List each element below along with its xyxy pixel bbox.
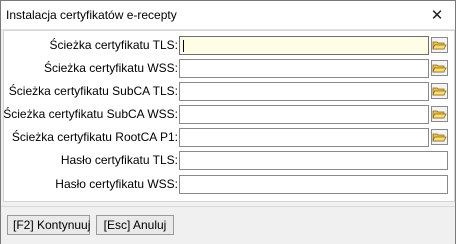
wss-password-input[interactable] — [179, 175, 448, 194]
wss-path-label: Ścieżka certyfikatu WSS: — [43, 61, 178, 75]
rootca-p1-path-label: Ścieżka certyfikatu RootCA P1: — [11, 130, 178, 144]
certificate-install-dialog: Instalacja certyfikatów e-recepty ✕ Ście… — [0, 0, 456, 244]
field-row-rootca-p1-path: Ścieżka certyfikatu RootCA P1: — [4, 128, 454, 147]
dialog-footer: [F2] Kontynuuj [Esc] Anuluj — [1, 206, 455, 244]
field-row-tls-password: Hasło certyfikatu TLS: — [4, 151, 454, 170]
wss-path-input[interactable] — [179, 59, 429, 78]
folder-open-icon[interactable] — [431, 37, 448, 53]
text-caret — [183, 40, 184, 52]
wss-password-label: Hasło certyfikatu WSS: — [55, 177, 178, 191]
close-button[interactable]: ✕ — [419, 1, 455, 29]
tls-path-label: Ścieżka certyfikatu TLS: — [49, 38, 179, 52]
folder-open-icon[interactable] — [431, 129, 448, 145]
certificate-form: Ścieżka certyfikatu TLS: Ścieżka certyfi… — [3, 30, 455, 202]
title-bar: Instalacja certyfikatów e-recepty ✕ — [1, 1, 455, 30]
tls-password-input[interactable] — [179, 151, 448, 170]
rootca-p1-path-input[interactable] — [179, 128, 429, 147]
subca-wss-path-input[interactable] — [179, 105, 429, 124]
dialog-title: Instalacja certyfikatów e-recepty — [6, 8, 177, 22]
tls-password-label: Hasło certyfikatu TLS: — [60, 153, 178, 167]
folder-open-icon[interactable] — [431, 60, 448, 76]
subca-tls-path-input[interactable] — [179, 82, 429, 101]
subca-wss-path-label: Ścieżka certyfikatu SubCA WSS: — [3, 107, 178, 121]
field-row-subca-wss-path: Ścieżka certyfikatu SubCA WSS: — [3, 105, 454, 124]
field-row-subca-tls-path: Ścieżka certyfikatu SubCA TLS: — [4, 82, 454, 101]
close-icon: ✕ — [430, 7, 444, 24]
folder-open-icon[interactable] — [431, 83, 448, 99]
subca-tls-path-label: Ścieżka certyfikatu SubCA TLS: — [8, 84, 178, 98]
field-row-wss-password: Hasło certyfikatu WSS: — [4, 175, 454, 194]
tls-path-input[interactable] — [179, 36, 429, 55]
folder-open-icon[interactable] — [431, 106, 448, 122]
field-row-wss-path: Ścieżka certyfikatu WSS: — [4, 59, 454, 78]
continue-button[interactable]: [F2] Kontynuuj — [7, 215, 90, 235]
field-row-tls-path: Ścieżka certyfikatu TLS: — [4, 36, 454, 55]
cancel-button[interactable]: [Esc] Anuluj — [96, 215, 174, 235]
